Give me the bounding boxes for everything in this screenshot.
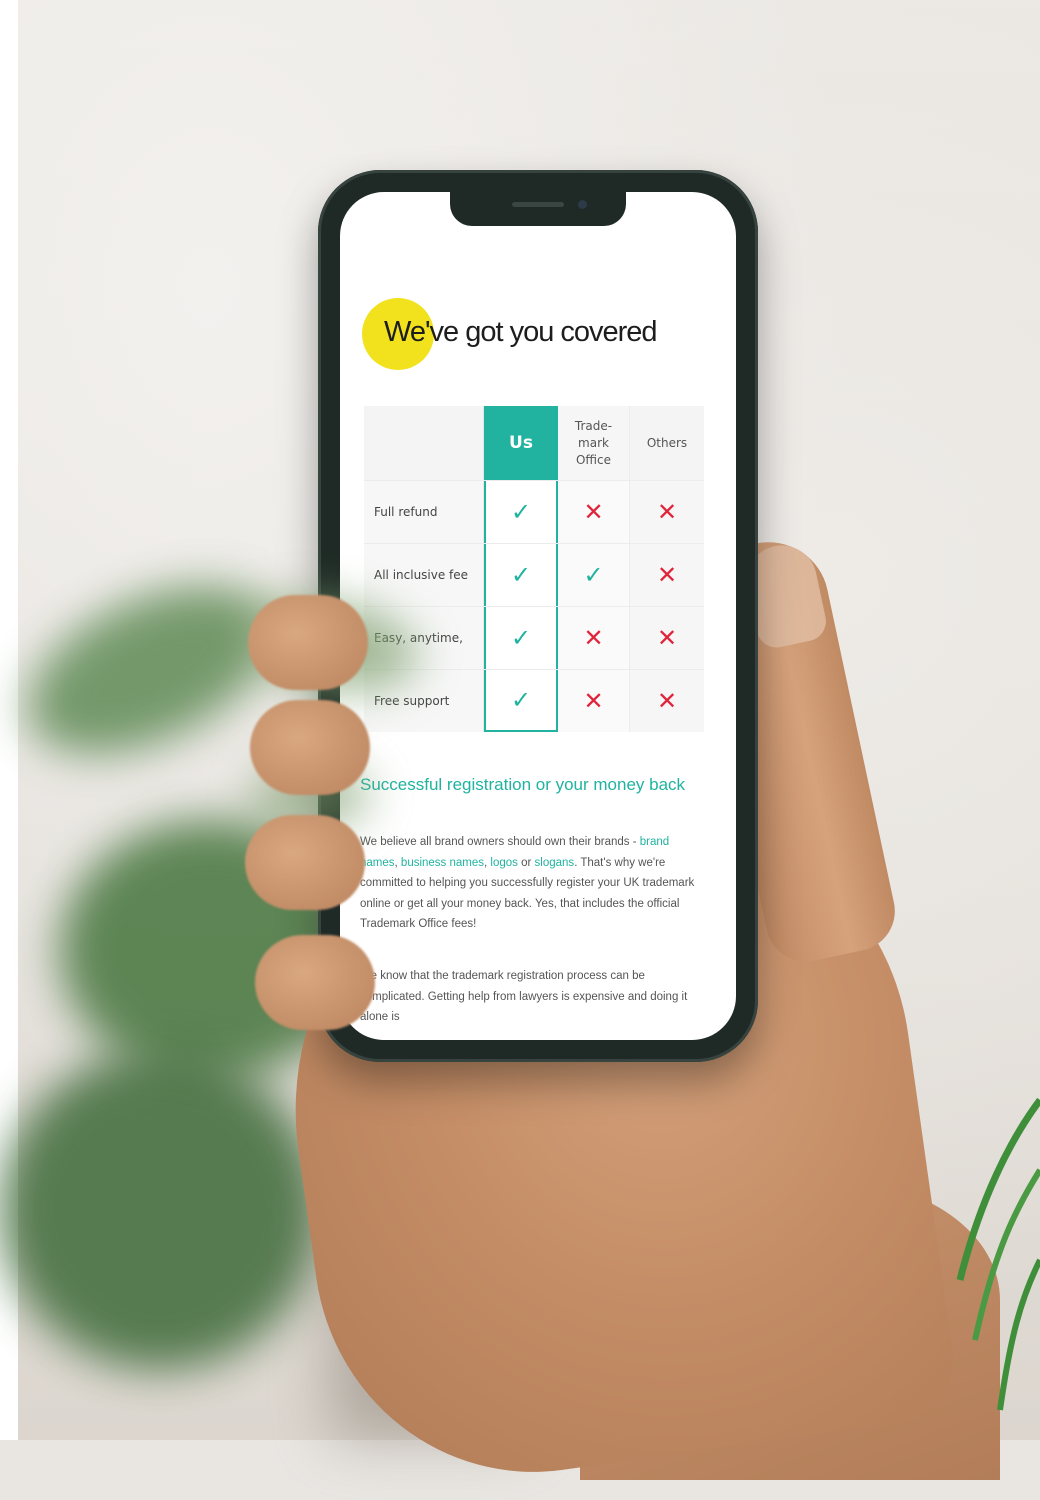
cross-icon: ✕: [558, 481, 630, 543]
table-row: All inclusive fee ✓ ✓ ✕: [364, 543, 704, 606]
separator-text: or: [517, 856, 535, 869]
check-icon: ✓: [484, 481, 558, 543]
check-icon: ✓: [558, 544, 630, 606]
cross-icon: ✕: [630, 481, 704, 543]
row-label: All inclusive fee: [364, 544, 484, 606]
cross-icon: ✕: [558, 670, 630, 732]
headline-block: We've got you covered: [362, 292, 722, 372]
table-header: Us Trade-mark Office Others: [364, 406, 704, 480]
speaker-grille: [512, 202, 564, 207]
hand-finger: [250, 700, 370, 795]
column-header-others: Others: [630, 406, 704, 480]
section-heading: Successful registration or your money ba…: [360, 775, 686, 794]
link-business-names[interactable]: business names: [401, 857, 484, 869]
hand-finger: [248, 595, 368, 690]
page-title: We've got you covered: [384, 316, 658, 348]
cross-icon: ✕: [630, 544, 704, 606]
table-row: Full refund ✓ ✕ ✕: [364, 480, 704, 543]
header-empty-cell: [364, 406, 484, 480]
body-paragraph: We believe all brand owners should own t…: [360, 832, 710, 935]
row-label: Full refund: [364, 481, 484, 543]
table-row: Free support ✓ ✕ ✕: [364, 669, 704, 732]
check-icon: ✓: [484, 607, 558, 669]
phone-notch: [450, 192, 626, 226]
hand-finger: [245, 815, 365, 910]
cross-icon: ✕: [558, 607, 630, 669]
link-logos[interactable]: logos: [490, 857, 518, 869]
cross-icon: ✕: [630, 607, 704, 669]
plant-leaves: [956, 1097, 1040, 1411]
check-icon: ✓: [484, 670, 558, 732]
blurred-leaf: [0, 1050, 320, 1370]
paragraph-text: We believe all brand owners should own t…: [360, 836, 640, 848]
body-paragraph: We know that the trademark registration …: [360, 970, 688, 1023]
check-icon: ✓: [484, 544, 558, 606]
comparison-table: Us Trade-mark Office Others Full refund …: [364, 406, 704, 732]
column-header-trademark-office: Trade-mark Office: [558, 406, 630, 480]
link-slogans[interactable]: slogans: [535, 857, 575, 869]
column-header-us: Us: [484, 406, 558, 480]
phone-screen: We've got you covered Us Trade-mark Offi…: [340, 192, 736, 1040]
front-camera-icon: [578, 200, 587, 209]
cross-icon: ✕: [630, 670, 704, 732]
hand-finger: [255, 935, 375, 1030]
